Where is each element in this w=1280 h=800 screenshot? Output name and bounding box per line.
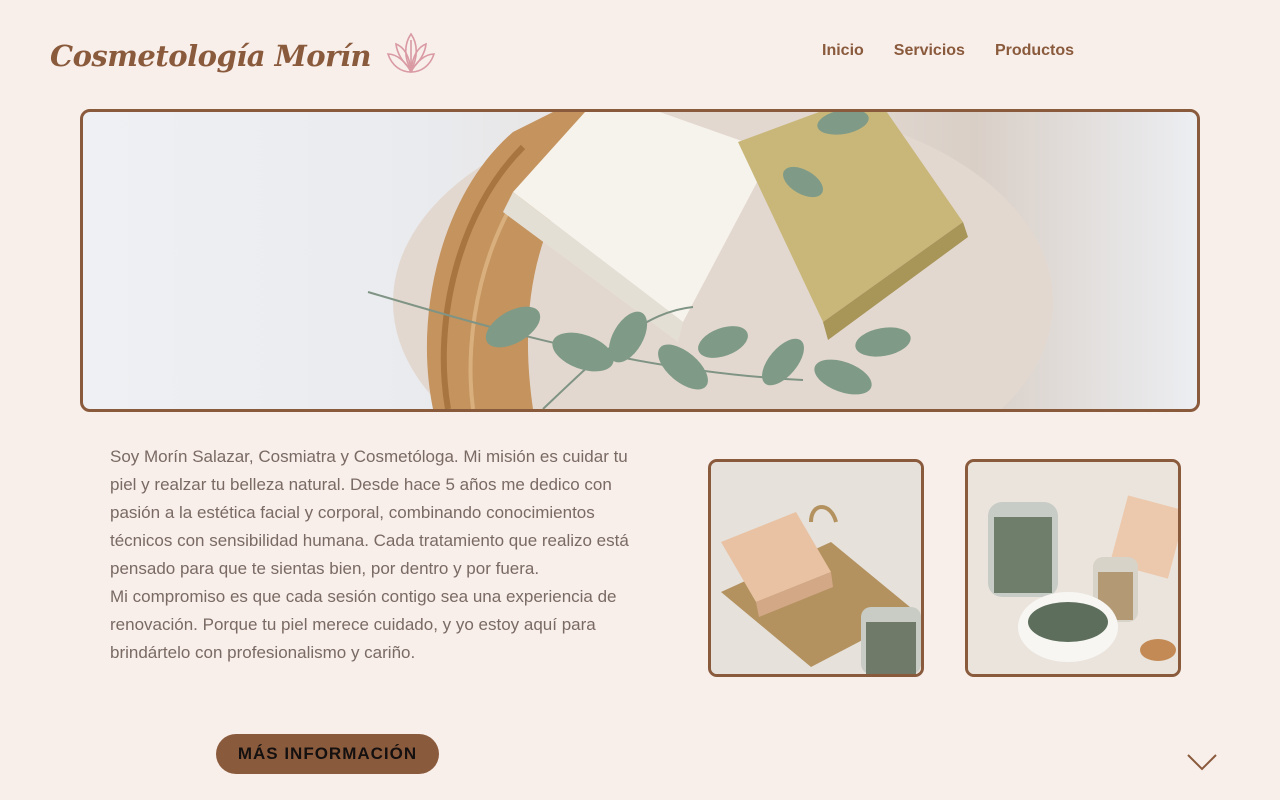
hero-image: [80, 109, 1200, 412]
more-info-button[interactable]: MÁS INFORMACIÓN: [216, 734, 439, 774]
about-paragraph-1: Soy Morín Salazar, Cosmiatra y Cosmetólo…: [110, 447, 629, 578]
product-photo-soap: [708, 459, 924, 677]
about-text: Soy Morín Salazar, Cosmiatra y Cosmetólo…: [110, 443, 630, 667]
brand-name[interactable]: Cosmetología Morín: [50, 39, 372, 73]
nav-inicio[interactable]: Inicio: [822, 42, 864, 60]
brand[interactable]: Cosmetología Morín: [50, 30, 437, 81]
chevron-down-icon[interactable]: [1186, 752, 1218, 777]
lotus-icon: [385, 30, 437, 81]
nav-productos[interactable]: Productos: [995, 42, 1074, 60]
nav-servicios[interactable]: Servicios: [894, 42, 965, 60]
about-paragraph-2: Mi compromiso es que cada sesión contigo…: [110, 587, 617, 662]
product-photo-clay-mask: [965, 459, 1181, 677]
main-nav: Inicio Servicios Productos: [822, 42, 1074, 60]
